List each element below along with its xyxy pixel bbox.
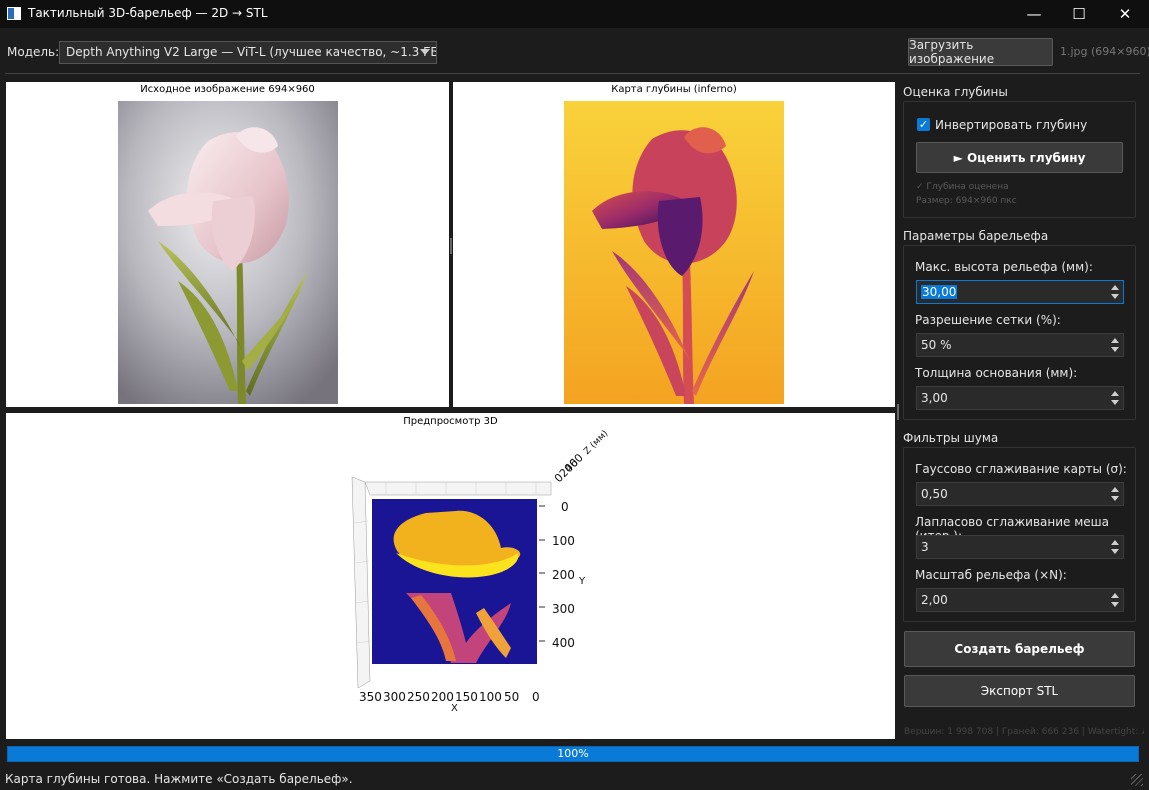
scale-input[interactable]: 2,00	[916, 588, 1124, 612]
z-axis-label: Z (мм)	[582, 429, 610, 457]
max-height-value: 30,00	[921, 285, 958, 299]
gauss-input[interactable]: 0,50	[916, 482, 1124, 506]
gauss-value: 0,50	[921, 487, 948, 501]
window-title: Тактильный 3D-барельеф — 2D → STL	[28, 6, 268, 20]
source-image	[118, 101, 338, 404]
depth-status: ✓ Глубина оценена	[916, 182, 1009, 192]
model-label: Модель:	[7, 45, 60, 59]
stepper-up-icon[interactable]	[1111, 285, 1119, 290]
max-height-input[interactable]: 30,00	[916, 280, 1124, 304]
stepper-down-icon[interactable]	[1111, 549, 1119, 554]
file-info: 1.jpg (694×960)	[1060, 45, 1149, 58]
y-tick: 200	[552, 568, 575, 582]
close-button[interactable]: ✕	[1102, 0, 1148, 28]
maximize-icon: ☐	[1072, 5, 1086, 23]
noise-section-title: Фильтры шума	[903, 431, 999, 445]
source-image-panel: Исходное изображение 694×960	[6, 82, 449, 407]
splitter-handle[interactable]	[897, 404, 899, 420]
close-icon: ✕	[1118, 5, 1132, 23]
stepper-down-icon[interactable]	[1111, 400, 1119, 405]
y-tick: 300	[552, 602, 575, 616]
mesh-resolution-label: Разрешение сетки (%):	[915, 313, 1061, 327]
x-axis-label: X	[451, 703, 458, 714]
status-bar: Карта глубины готова. Нажмите «Создать б…	[5, 772, 353, 786]
stepper-down-icon[interactable]	[1111, 496, 1119, 501]
progress-bar: 100%	[7, 746, 1139, 762]
mesh-resolution-input[interactable]: 50 %	[916, 333, 1124, 357]
base-thickness-input[interactable]: 3,00	[916, 386, 1124, 410]
toolbar-divider	[5, 73, 1140, 74]
stepper-up-icon[interactable]	[1111, 540, 1119, 545]
x-tick: 150	[455, 690, 478, 704]
invert-depth-label: Инвертировать глубину	[935, 118, 1088, 132]
resize-grip-icon[interactable]	[1131, 774, 1143, 786]
depth-section-title: Оценка глубины	[903, 85, 1008, 99]
gauss-label: Гауссово сглаживание карты (σ):	[915, 462, 1127, 476]
x-tick: 350	[359, 690, 382, 704]
y-axis-label: Y	[578, 576, 586, 587]
stepper-up-icon[interactable]	[1111, 338, 1119, 343]
depth-map-panel: Карта глубины (inferno)	[453, 82, 895, 407]
depth-map-title: Карта глубины (inferno)	[611, 84, 737, 95]
max-height-label: Макс. высота рельефа (мм):	[915, 260, 1093, 274]
stepper-up-icon[interactable]	[1111, 391, 1119, 396]
stepper-up-icon[interactable]	[1111, 593, 1119, 598]
depth-map-image	[564, 101, 784, 404]
minimize-button[interactable]: —	[1011, 0, 1057, 28]
y-tick: 0	[561, 500, 569, 514]
scale-label: Масштаб рельефа (×N):	[915, 568, 1067, 582]
stepper-down-icon[interactable]	[1111, 347, 1119, 352]
chevron-down-icon	[420, 49, 430, 55]
progress-label: 100%	[557, 747, 589, 760]
export-stl-button[interactable]: Экспорт STL	[904, 675, 1135, 707]
y-tick: 400	[552, 636, 575, 650]
model-select[interactable]: Depth Anything V2 Large — ViT-L (лучшее …	[59, 41, 437, 64]
depth-section-group: ✓ Инвертировать глубину ► Оценить глубин…	[903, 101, 1136, 218]
mesh-resolution-value: 50 %	[921, 338, 952, 352]
x-tick: 0	[532, 690, 540, 704]
noise-section-group: Гауссово сглаживание карты (σ): 0,50 Лап…	[903, 447, 1136, 622]
depth-size: Размер: 694×960 пкс	[916, 196, 1017, 206]
scale-value: 2,00	[921, 593, 948, 607]
base-thickness-value: 3,00	[921, 391, 948, 405]
estimate-depth-button[interactable]: ► Оценить глубину	[916, 142, 1123, 173]
base-thickness-label: Толщина основания (мм):	[915, 366, 1078, 380]
preview-3d-panel: Предпросмотр 3D 0 100 200 300 400 Y 350 …	[6, 413, 895, 739]
x-tick: 200	[431, 690, 454, 704]
minimize-icon: —	[1026, 5, 1042, 23]
relief-section-title: Параметры барельефа	[903, 229, 1049, 243]
load-image-button[interactable]: Загрузить изображение	[908, 38, 1053, 66]
invert-depth-checkbox[interactable]: ✓	[917, 118, 930, 131]
x-tick: 300	[383, 690, 406, 704]
app-icon	[7, 7, 21, 20]
stepper-down-icon[interactable]	[1111, 294, 1119, 299]
relief-section-group: Макс. высота рельефа (мм): 30,00 Разреше…	[903, 245, 1136, 420]
mesh-stats: Вершин: 1 998 708 | Граней: 666 236 | Wa…	[904, 727, 1144, 737]
maximize-button[interactable]: ☐	[1056, 0, 1102, 28]
create-relief-button[interactable]: Создать барельеф	[904, 631, 1135, 667]
x-tick: 250	[407, 690, 430, 704]
laplace-value: 3	[921, 540, 929, 554]
title-bar: Тактильный 3D-барельеф — 2D → STL — ☐ ✕	[0, 0, 1149, 28]
laplace-input[interactable]: 3	[916, 535, 1124, 559]
x-tick: 50	[504, 690, 519, 704]
stepper-down-icon[interactable]	[1111, 602, 1119, 607]
splitter-handle[interactable]	[450, 238, 452, 254]
preview-3d-plot: 0 100 200 300 400 Y 350 300 250 200 150 …	[351, 429, 610, 714]
y-tick: 100	[552, 534, 575, 548]
stepper-up-icon[interactable]	[1111, 487, 1119, 492]
model-select-value: Depth Anything V2 Large — ViT-L (лучшее …	[66, 45, 437, 59]
source-image-title: Исходное изображение 694×960	[140, 84, 315, 95]
x-tick: 100	[479, 690, 502, 704]
